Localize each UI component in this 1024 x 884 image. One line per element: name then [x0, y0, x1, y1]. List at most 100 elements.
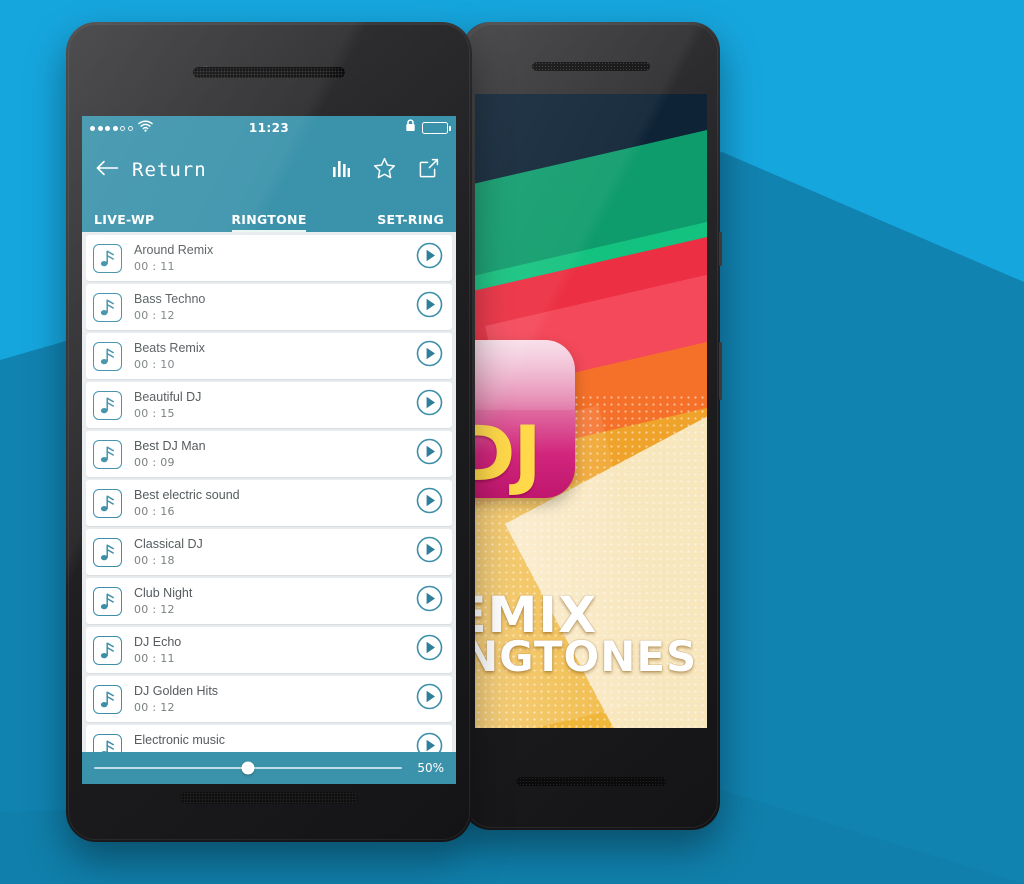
status-bar-right [405, 119, 451, 137]
ringtone-meta: Best DJ Man 00 : 09 [134, 439, 206, 469]
music-note-icon [93, 439, 122, 469]
background-phone: DJ REMIX RINGTONES [462, 22, 722, 830]
play-button[interactable] [416, 291, 443, 323]
tab-live-wp[interactable]: LIVE-WP [94, 212, 211, 232]
tab-ringtone[interactable]: RINGTONE [211, 212, 328, 232]
bottom-speaker-grille [516, 777, 666, 786]
play-button[interactable] [416, 487, 443, 519]
play-button[interactable] [416, 536, 443, 568]
artwork-title: REMIX RINGTONES [475, 590, 698, 681]
ringtone-meta: Classical DJ 00 : 18 [134, 537, 203, 567]
ringtone-row[interactable]: Around Remix 00 : 11 [86, 235, 452, 281]
play-button[interactable] [416, 438, 443, 470]
foreground-phone: 11:23 Return LIVE-WP RINGTONE SET-RING A… [66, 22, 472, 842]
ringtone-row[interactable]: Beats Remix 00 : 10 [86, 333, 452, 379]
ringtone-duration: 00 : 12 [134, 701, 175, 714]
ringtone-name: DJ Echo [134, 635, 182, 649]
music-note-icon [93, 586, 122, 616]
earpiece-speaker [532, 62, 650, 71]
star-icon[interactable] [373, 157, 396, 184]
arrow-left-icon[interactable] [96, 159, 120, 182]
tab-bar: LIVE-WP RINGTONE SET-RING [82, 200, 456, 232]
artwork-title-line2: RINGTONES [475, 632, 698, 681]
ringtone-meta: DJ Echo 00 : 11 [134, 635, 181, 665]
ringtone-row[interactable]: Best DJ Man 00 : 09 [86, 431, 452, 477]
app-artwork: DJ REMIX RINGTONES [475, 94, 707, 728]
dj-app-icon-tile: DJ [475, 340, 575, 498]
seek-value-label: 50% [417, 761, 444, 775]
ringtone-name: Bass Techno [134, 292, 206, 306]
music-note-icon [93, 390, 122, 420]
ringtone-row[interactable]: Beautiful DJ 00 : 15 [86, 382, 452, 428]
ringtone-row[interactable]: Club Night 00 : 12 [86, 578, 452, 624]
dj-tile-label: DJ [475, 409, 542, 498]
battery-icon [422, 122, 451, 134]
ringtone-row[interactable]: Best electric sound 00 : 16 [86, 480, 452, 526]
music-note-icon [93, 733, 122, 752]
ringtone-name: Electronic music [134, 733, 225, 747]
ringtone-row[interactable]: DJ Golden Hits 00 : 12 [86, 676, 452, 722]
background-phone-screen: DJ REMIX RINGTONES [475, 94, 707, 728]
ringtone-list[interactable]: Around Remix 00 : 11 Bass Techno 00 : 12 Bea… [82, 232, 456, 752]
volume-button[interactable] [719, 232, 722, 266]
ringtone-row[interactable]: DJ Echo 00 : 11 [86, 627, 452, 673]
dj-tile-gloss [475, 340, 575, 410]
lock-icon [405, 119, 416, 137]
play-button[interactable] [416, 683, 443, 715]
earpiece-speaker-front [193, 67, 345, 78]
music-note-icon [93, 488, 122, 518]
foreground-phone-screen: 11:23 Return LIVE-WP RINGTONE SET-RING A… [82, 116, 456, 784]
play-button[interactable] [416, 634, 443, 666]
app-bar-actions [332, 157, 440, 184]
play-button[interactable] [416, 389, 443, 421]
ringtone-meta: Electronic music00 : 12 [134, 733, 225, 752]
ringtone-name: Around Remix [134, 243, 214, 257]
share-icon[interactable] [418, 157, 440, 184]
tab-set-ring[interactable]: SET-RING [327, 212, 444, 232]
equalizer-icon[interactable] [332, 158, 351, 183]
volume-seek-bar[interactable]: 50% [82, 752, 456, 784]
ringtone-name: Club Night [134, 586, 193, 600]
ringtone-meta: Beautiful DJ 00 : 15 [134, 390, 201, 420]
ringtone-row[interactable]: Classical DJ 00 : 18 [86, 529, 452, 575]
ringtone-duration: 00 : 11 [134, 260, 175, 273]
ringtone-name: Beautiful DJ [134, 390, 202, 404]
music-note-icon [93, 635, 122, 665]
ringtone-duration: 00 : 12 [134, 309, 175, 322]
bottom-speaker-grille-front [180, 792, 358, 804]
ringtone-meta: Club Night 00 : 12 [134, 586, 192, 616]
app-bar: Return [82, 140, 456, 200]
ringtone-row[interactable]: Bass Techno 00 : 12 [86, 284, 452, 330]
ringtone-meta: DJ Golden Hits 00 : 12 [134, 684, 218, 714]
ringtone-name: Best electric sound [134, 488, 240, 502]
status-bar: 11:23 [82, 116, 456, 140]
ringtone-duration: 00 : 12 [134, 603, 175, 616]
ringtone-name: Beats Remix [134, 341, 205, 355]
play-button[interactable] [416, 585, 443, 617]
ringtone-duration: 00 : 15 [134, 407, 175, 420]
seek-thumb[interactable] [241, 761, 255, 775]
music-note-icon [93, 537, 122, 567]
status-bar-clock: 11:23 [248, 121, 290, 135]
ringtone-row[interactable]: Electronic music00 : 12 [86, 725, 452, 752]
power-button[interactable] [719, 342, 722, 400]
ringtone-meta: Beats Remix 00 : 10 [134, 341, 205, 371]
ringtone-meta: Around Remix 00 : 11 [134, 243, 213, 273]
ringtone-meta: Best electric sound 00 : 16 [134, 488, 240, 518]
ringtone-duration: 00 : 18 [134, 554, 175, 567]
music-note-icon [93, 341, 122, 371]
play-button[interactable] [416, 242, 443, 274]
ringtone-app: 11:23 Return LIVE-WP RINGTONE SET-RING A… [82, 116, 456, 784]
music-note-icon [93, 684, 122, 714]
play-button[interactable] [416, 340, 443, 372]
music-note-icon [93, 243, 122, 273]
seek-track[interactable] [94, 761, 402, 775]
ringtone-name: Classical DJ [134, 537, 203, 551]
app-bar-title: Return [132, 159, 207, 181]
ringtone-duration: 00 : 11 [134, 652, 175, 665]
ringtone-name: DJ Golden Hits [134, 684, 219, 698]
ringtone-duration: 00 : 10 [134, 358, 175, 371]
play-button[interactable] [416, 732, 443, 752]
ringtone-duration: 00 : 16 [134, 505, 175, 518]
ringtone-name: Best DJ Man [134, 439, 206, 453]
